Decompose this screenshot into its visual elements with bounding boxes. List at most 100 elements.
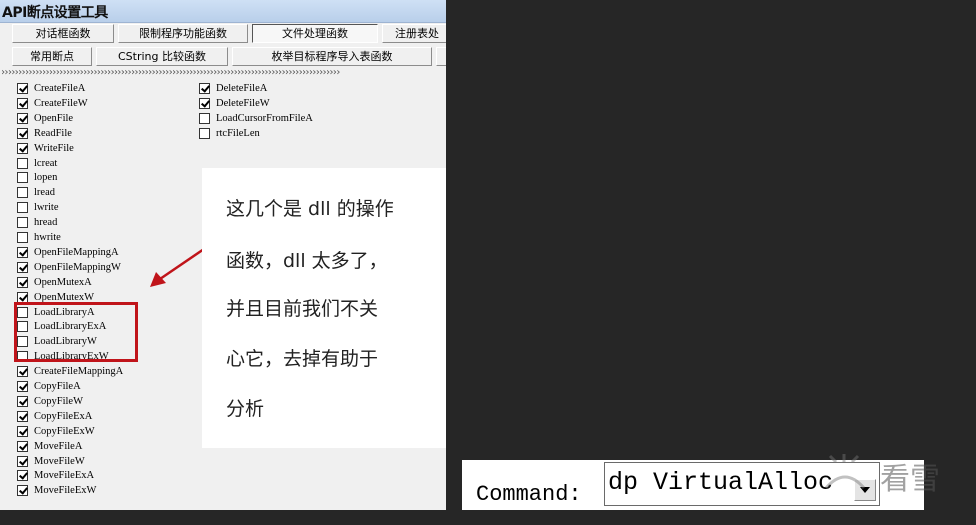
right-checkbox-row[interactable]: LoadCursorFromFileA [199,111,313,126]
left-checkbox-row[interactable]: MoveFileExA [17,468,94,483]
checkbox-unchecked[interactable] [17,217,28,229]
checkbox-checked[interactable] [17,291,28,303]
checkbox-unchecked[interactable] [199,112,210,124]
checkbox-checked[interactable] [17,127,28,139]
checkbox-label: lcreat [34,157,58,169]
checkbox-label: MoveFileExA [34,470,95,482]
left-checkbox-row[interactable]: CopyFileExA [17,409,92,424]
left-checkbox-row[interactable]: OpenFile [17,111,73,126]
note-line-1: 这几个是 dll 的操作 [226,198,394,220]
tab-dialog-functions[interactable]: 对话框函数 [12,24,114,43]
left-checkbox-row[interactable]: MoveFileA [17,439,82,454]
checkbox-unchecked[interactable] [17,172,28,184]
checkbox-checked[interactable] [199,83,210,94]
left-checkbox-row[interactable]: OpenFileMappingA [17,245,119,260]
left-checkbox-row[interactable]: CreateFileA [17,81,85,96]
left-checkbox-row[interactable]: WriteFile [17,141,74,156]
left-checkbox-row[interactable]: MoveFileW [17,454,85,469]
window-title: API断点设置工具 [2,5,108,21]
title-bar: API断点设置工具 [0,0,446,23]
checkbox-checked[interactable] [199,97,210,109]
checkbox-checked[interactable] [17,455,28,467]
left-checkbox-row[interactable]: CopyFileA [17,379,81,394]
checkbox-checked[interactable] [17,485,28,497]
left-checkbox-row[interactable]: lwrite [17,200,59,215]
note-line-2: 函数，dll 太多了， [226,250,388,272]
left-checkbox-row[interactable]: OpenMutexA [17,275,92,290]
tab-restriction-functions[interactable]: 限制程序功能函数 [118,24,248,43]
checkbox-label: DeleteFileW [216,97,270,109]
checkbox-label: CopyFileExW [34,425,95,437]
watermark-text: 看雪 [880,462,940,497]
checkbox-checked[interactable] [17,83,28,94]
api-breakpoint-tool-window: API断点设置工具 对话框函数 限制程序功能函数 文件处理函数 注册表处 常用断… [0,0,446,510]
left-checkbox-row[interactable]: CopyFileW [17,394,83,409]
right-checkbox-row[interactable]: DeleteFileW [199,96,270,111]
checkbox-checked[interactable] [17,97,28,109]
right-checkbox-row[interactable]: rtcFileLen [199,126,260,141]
checkbox-label: OpenMutexA [34,276,92,288]
left-checkbox-row[interactable]: hread [17,215,57,230]
checkbox-label: CreateFileA [34,83,86,94]
checkbox-label: CopyFileA [34,381,81,392]
left-checkbox-row[interactable]: OpenFileMappingW [17,260,121,275]
left-checkbox-row[interactable]: CopyFileExW [17,424,95,439]
tab-common-breakpoints[interactable]: 常用断点 [12,47,92,66]
checkbox-checked[interactable] [17,276,28,288]
checkbox-label: OpenFileMappingW [34,261,121,273]
left-checkbox-row[interactable]: hwrite [17,230,61,245]
tab-import-table-functions[interactable]: 枚举目标程序导入表函数 [232,47,432,66]
left-checkbox-row[interactable]: ReadFile [17,126,72,141]
tab-partial[interactable] [436,47,446,66]
tab-registry-functions[interactable]: 注册表处 [382,24,446,43]
annotation-note: 这几个是 dll 的操作 函数，dll 太多了， 并且目前我们不关 心它，去掉有… [202,168,446,448]
checkbox-unchecked[interactable] [17,187,28,199]
tab-row-2: 常用断点 CString 比较函数 枚举目标程序导入表函数 [0,46,446,68]
checkbox-label: DeleteFileA [216,83,268,94]
checkbox-checked[interactable] [17,410,28,422]
left-checkbox-row[interactable]: lopen [17,170,57,185]
kanxue-logo-icon [824,454,866,490]
left-checkbox-row[interactable]: lread [17,185,55,200]
checkbox-unchecked[interactable] [17,232,28,243]
checkbox-unchecked[interactable] [17,202,28,214]
checkbox-label: ReadFile [34,127,72,139]
checkbox-unchecked[interactable] [199,127,210,139]
checkbox-checked[interactable] [17,381,28,392]
right-checkbox-row[interactable]: DeleteFileA [199,81,267,96]
checkbox-checked[interactable] [17,112,28,124]
left-checkbox-row[interactable]: MoveFileExW [17,483,96,498]
checkbox-label: OpenFileMappingA [34,246,119,258]
checkbox-label: lopen [34,172,58,184]
tab-separator: ››››››››››››››››››››››››››››››››››››››››… [0,68,341,78]
checkbox-label: MoveFileA [34,440,83,452]
checkbox-label: CopyFileExA [34,410,93,422]
checkbox-label: MoveFileExW [34,485,97,497]
checkbox-label: CreateFileW [34,97,88,109]
note-line-5: 分析 [226,398,265,420]
left-checkbox-row[interactable]: CreateFileW [17,96,88,111]
checkbox-label: OpenFile [34,112,74,124]
checkbox-checked[interactable] [17,470,28,482]
checkbox-checked[interactable] [17,142,28,154]
checkbox-checked[interactable] [17,440,28,452]
checkbox-label: CopyFileW [34,395,83,407]
checkbox-unchecked[interactable] [17,157,28,169]
tab-file-functions[interactable]: 文件处理函数 [252,24,378,43]
checkbox-label: LoadCursorFromFileA [216,112,313,124]
checkbox-checked[interactable] [17,395,28,407]
command-value: dp VirtualAlloc [608,468,834,497]
left-checkbox-row[interactable]: CreateFileMappingA [17,364,123,379]
left-checkbox-row[interactable]: lcreat [17,156,57,171]
checkbox-checked[interactable] [17,261,28,273]
checkbox-checked[interactable] [17,246,28,258]
checkbox-label: WriteFile [34,142,74,154]
highlight-box-loadlibrary [14,302,138,362]
checkbox-checked[interactable] [17,425,28,437]
checkbox-label: rtcFileLen [216,127,260,139]
checkbox-label: hread [34,217,58,229]
checkbox-checked[interactable] [17,366,28,378]
tab-cstring-compare[interactable]: CString 比较函数 [96,47,228,66]
checkbox-label: CreateFileMappingA [34,366,124,378]
checkbox-label: lread [34,187,55,199]
